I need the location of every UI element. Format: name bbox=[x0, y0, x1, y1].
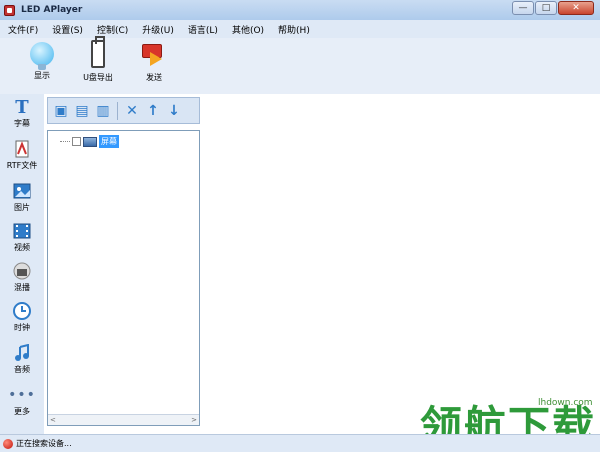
text-icon: T bbox=[15, 96, 29, 118]
status-text: 正在搜索设备... bbox=[16, 439, 72, 448]
sidebar-item-video[interactable]: 视频 bbox=[0, 222, 44, 253]
usb-export-button[interactable]: U盘导出 bbox=[70, 36, 126, 94]
close-button[interactable]: ✕ bbox=[558, 1, 594, 15]
send-label: 发送 bbox=[146, 73, 162, 82]
audio-icon bbox=[13, 344, 31, 362]
minimize-button[interactable]: — bbox=[512, 1, 534, 15]
sidebar-item-label: RTF文件 bbox=[6, 161, 38, 170]
sidebar-item-label: 更多 bbox=[14, 407, 30, 416]
menu-file[interactable]: 文件(F) bbox=[8, 23, 38, 36]
usb-export-label: U盘导出 bbox=[83, 73, 113, 82]
send-icon bbox=[140, 42, 168, 68]
clock-icon bbox=[13, 302, 31, 320]
sidebar-item-more[interactable]: ••• 更多 bbox=[0, 386, 44, 417]
maximize-button[interactable]: □ bbox=[535, 1, 557, 15]
move-up-button[interactable]: ↑ bbox=[144, 102, 162, 120]
new-page-button[interactable]: ▤ bbox=[73, 102, 91, 120]
display-label: 显示 bbox=[34, 71, 50, 80]
screen-icon bbox=[83, 136, 97, 147]
sidebar: T 字幕 RTF文件 图片 视频 混播 时钟 音频 ••• 更多 bbox=[0, 94, 44, 434]
delete-button[interactable]: ✕ bbox=[123, 102, 141, 120]
main-area bbox=[203, 94, 600, 434]
sidebar-item-subtitle[interactable]: T 字幕 bbox=[0, 96, 44, 129]
sidebar-item-label: 音频 bbox=[14, 365, 30, 374]
video-icon bbox=[13, 222, 31, 240]
sidebar-item-rtf[interactable]: RTF文件 bbox=[0, 140, 44, 171]
menu-other[interactable]: 其他(O) bbox=[232, 23, 264, 36]
tree-connector bbox=[60, 141, 70, 142]
sidebar-item-audio[interactable]: 音频 bbox=[0, 344, 44, 375]
tree-node-label: 屏幕 bbox=[99, 135, 119, 148]
toolbar-divider bbox=[117, 101, 118, 120]
display-button[interactable]: 显示 bbox=[14, 38, 70, 94]
scroll-right-button[interactable]: > bbox=[191, 416, 197, 424]
sidebar-item-label: 时钟 bbox=[14, 323, 30, 332]
menu-bar: 文件(F) 设置(S) 控制(C) 升级(U) 语言(L) 其他(O) 帮助(H… bbox=[0, 20, 600, 38]
horizontal-scrollbar[interactable]: < > bbox=[48, 414, 199, 425]
menu-upgrade[interactable]: 升级(U) bbox=[142, 23, 174, 36]
app-icon bbox=[4, 4, 15, 16]
menu-help[interactable]: 帮助(H) bbox=[278, 23, 310, 36]
sidebar-item-mixed[interactable]: 混播 bbox=[0, 262, 44, 293]
program-tree[interactable]: 屏幕 < > bbox=[47, 130, 200, 426]
move-down-button[interactable]: ↓ bbox=[165, 102, 183, 120]
window-controls: — □ ✕ bbox=[512, 1, 594, 15]
title-bar: LED APlayer — □ ✕ bbox=[0, 0, 600, 20]
usb-icon bbox=[91, 36, 105, 68]
menu-language[interactable]: 语言(L) bbox=[188, 23, 218, 36]
new-window-button[interactable]: ▥ bbox=[94, 102, 112, 120]
menu-settings[interactable]: 设置(S) bbox=[52, 23, 83, 36]
more-icon: ••• bbox=[8, 387, 36, 403]
window-title: LED APlayer bbox=[21, 5, 83, 15]
bulb-icon bbox=[30, 42, 54, 70]
send-button[interactable]: 发送 bbox=[126, 38, 182, 94]
sidebar-item-label: 图片 bbox=[14, 203, 30, 212]
sidebar-item-picture[interactable]: 图片 bbox=[0, 182, 44, 213]
sidebar-item-label: 混播 bbox=[14, 283, 30, 292]
rtf-file-icon bbox=[13, 140, 31, 158]
scroll-left-button[interactable]: < bbox=[50, 416, 56, 424]
new-program-button[interactable]: ▣ bbox=[52, 102, 70, 120]
main-toolbar: 显示 U盘导出 发送 bbox=[0, 36, 600, 94]
menu-control[interactable]: 控制(C) bbox=[97, 23, 128, 36]
sidebar-item-label: 视频 bbox=[14, 243, 30, 252]
sidebar-item-label: 字幕 bbox=[14, 119, 30, 128]
status-bar: 正在搜索设备... bbox=[0, 434, 600, 452]
status-indicator-icon bbox=[3, 438, 13, 449]
mixed-play-icon bbox=[13, 262, 31, 280]
picture-icon bbox=[13, 182, 31, 200]
sidebar-item-clock[interactable]: 时钟 bbox=[0, 302, 44, 333]
tree-checkbox[interactable] bbox=[72, 137, 81, 146]
tree-node-screen[interactable]: 屏幕 bbox=[60, 135, 119, 148]
program-toolbar: ▣ ▤ ▥ ✕ ↑ ↓ bbox=[47, 97, 200, 124]
